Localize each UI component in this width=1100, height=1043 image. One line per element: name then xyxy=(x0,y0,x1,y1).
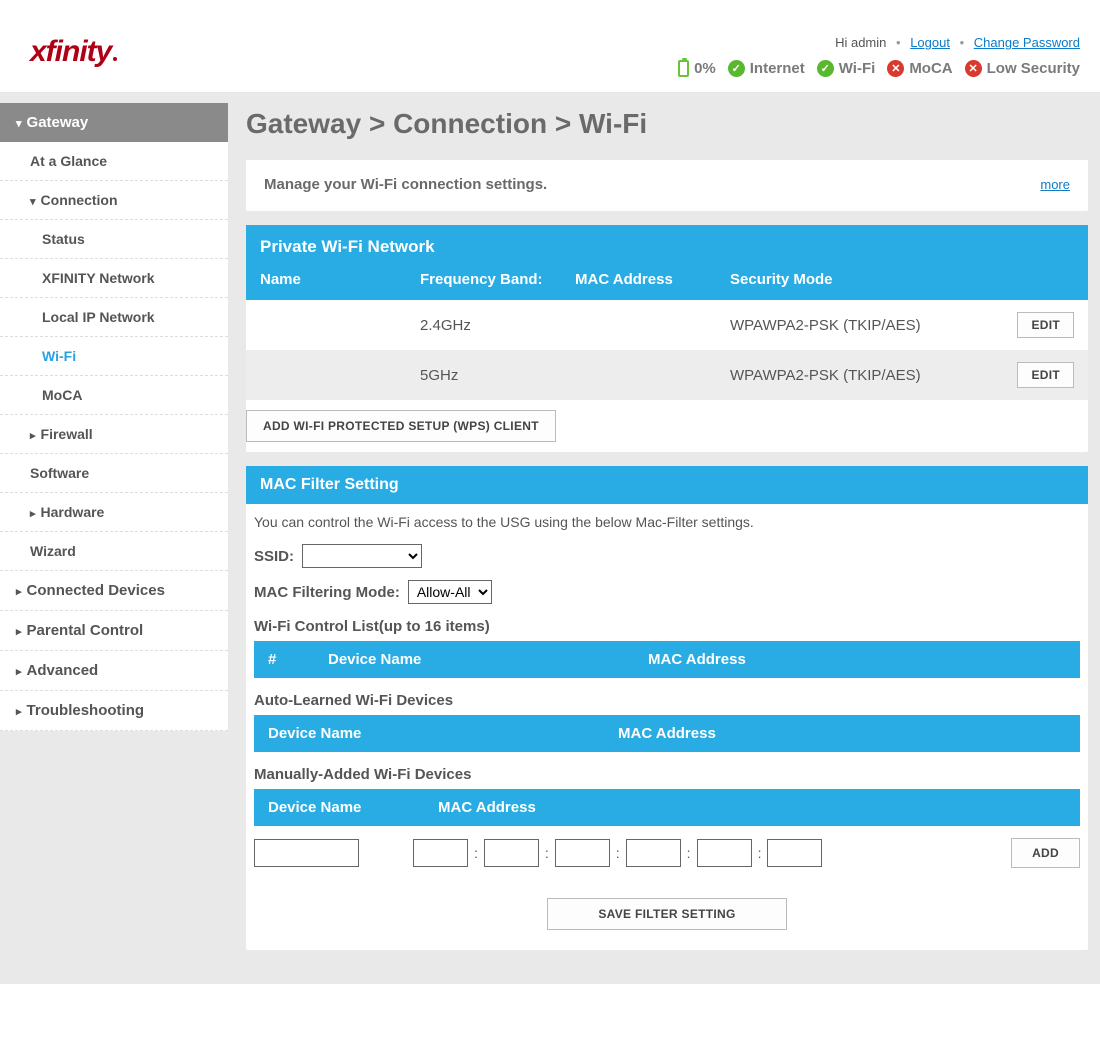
wifi-row: 5GHz WPAWPA2-PSK (TKIP/AES) EDIT xyxy=(246,350,1088,400)
x-icon: ✕ xyxy=(887,60,904,77)
mac-octet-input[interactable] xyxy=(626,839,681,867)
sidebar: Gateway At a Glance Connection Status XF… xyxy=(0,103,228,731)
filtering-mode-select[interactable]: Allow-All xyxy=(408,580,492,604)
moca-status: ✕ MoCA xyxy=(887,60,952,77)
control-list-label: Wi-Fi Control List(up to 16 items) xyxy=(254,618,1080,635)
wifi-row: 2.4GHz WPAWPA2-PSK (TKIP/AES) EDIT xyxy=(246,300,1088,350)
col-mac: MAC Address xyxy=(438,799,1066,816)
mac-octet-input[interactable] xyxy=(767,839,822,867)
battery-status: 0% xyxy=(678,60,716,77)
mac-filter-desc: You can control the Wi-Fi access to the … xyxy=(254,514,1080,530)
col-mac: MAC Address xyxy=(648,651,1066,668)
col-device: Device Name xyxy=(268,799,438,816)
ssid-select[interactable] xyxy=(302,544,422,568)
page-description: Manage your Wi-Fi connection settings. xyxy=(264,176,547,193)
edit-button[interactable]: EDIT xyxy=(1017,362,1074,388)
mac-octet-input[interactable] xyxy=(484,839,539,867)
breadcrumb: Gateway > Connection > Wi-Fi xyxy=(246,108,1088,140)
sidebar-item-local-ip[interactable]: Local IP Network xyxy=(0,298,228,337)
mac-octet-input[interactable] xyxy=(413,839,468,867)
device-name-input[interactable] xyxy=(254,839,359,867)
col-name: Name xyxy=(260,271,420,288)
sidebar-item-parental-control[interactable]: Parental Control xyxy=(0,611,228,651)
internet-status: ✓ Internet xyxy=(728,60,805,77)
sidebar-item-moca[interactable]: MoCA xyxy=(0,376,228,415)
logout-link[interactable]: Logout xyxy=(910,35,950,50)
col-freq: Frequency Band: xyxy=(420,271,575,288)
col-mac: MAC Address xyxy=(618,725,1066,742)
col-mac: MAC Address xyxy=(575,271,730,288)
sidebar-item-advanced[interactable]: Advanced xyxy=(0,651,228,691)
wifi-status: ✓ Wi-Fi xyxy=(817,60,876,77)
security-status: ✕ Low Security xyxy=(965,60,1080,77)
col-device: Device Name xyxy=(328,651,648,668)
ssid-label: SSID: xyxy=(254,548,294,565)
sidebar-item-connection[interactable]: Connection xyxy=(0,181,228,220)
auto-learned-label: Auto-Learned Wi-Fi Devices xyxy=(254,692,1080,709)
sidebar-item-firewall[interactable]: Firewall xyxy=(0,415,228,454)
col-device: Device Name xyxy=(268,725,618,742)
sidebar-item-software[interactable]: Software xyxy=(0,454,228,493)
col-sec: Security Mode xyxy=(730,271,960,288)
sidebar-item-wifi[interactable]: Wi-Fi xyxy=(0,337,228,376)
sidebar-item-status[interactable]: Status xyxy=(0,220,228,259)
sidebar-item-gateway[interactable]: Gateway xyxy=(0,103,228,142)
logo: xfinity xyxy=(30,35,117,69)
check-icon: ✓ xyxy=(817,60,834,77)
save-filter-button[interactable]: SAVE FILTER SETTING xyxy=(547,898,786,930)
sidebar-item-xfinity-network[interactable]: XFINITY Network xyxy=(0,259,228,298)
manual-added-label: Manually-Added Wi-Fi Devices xyxy=(254,766,1080,783)
add-wps-button[interactable]: ADD WI-FI PROTECTED SETUP (WPS) CLIENT xyxy=(246,410,556,442)
add-button[interactable]: ADD xyxy=(1011,838,1080,868)
mac-octet-input[interactable] xyxy=(697,839,752,867)
user-links: Hi admin • Logout • Change Password xyxy=(678,35,1080,50)
private-wifi-title: Private Wi-Fi Network xyxy=(246,225,1088,263)
mode-label: MAC Filtering Mode: xyxy=(254,584,400,601)
change-password-link[interactable]: Change Password xyxy=(974,35,1080,50)
sidebar-item-wizard[interactable]: Wizard xyxy=(0,532,228,571)
sidebar-item-at-a-glance[interactable]: At a Glance xyxy=(0,142,228,181)
sidebar-item-troubleshooting[interactable]: Troubleshooting xyxy=(0,691,228,731)
check-icon: ✓ xyxy=(728,60,745,77)
mac-octet-input[interactable] xyxy=(555,839,610,867)
more-link[interactable]: more xyxy=(1040,177,1070,192)
edit-button[interactable]: EDIT xyxy=(1017,312,1074,338)
col-number: # xyxy=(268,651,328,668)
greeting: Hi admin xyxy=(835,35,886,50)
sidebar-item-connected-devices[interactable]: Connected Devices xyxy=(0,571,228,611)
x-icon: ✕ xyxy=(965,60,982,77)
mac-filter-title: MAC Filter Setting xyxy=(246,466,1088,504)
battery-icon xyxy=(678,60,689,77)
sidebar-item-hardware[interactable]: Hardware xyxy=(0,493,228,532)
